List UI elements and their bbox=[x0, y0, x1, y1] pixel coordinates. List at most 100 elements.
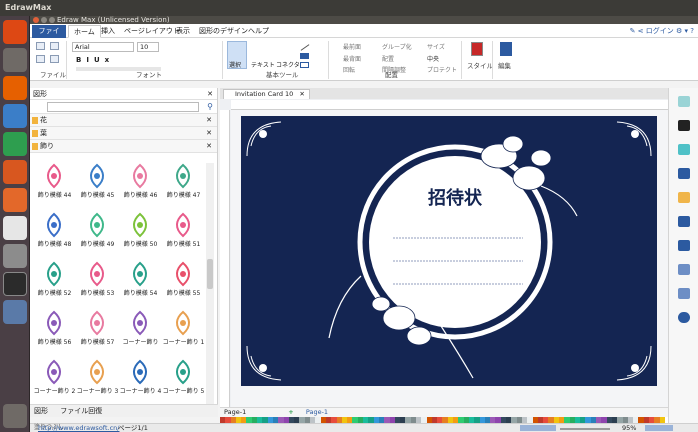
add-page-icon[interactable]: + bbox=[288, 408, 293, 416]
save-icon[interactable] bbox=[36, 55, 45, 63]
line-icon[interactable] bbox=[678, 120, 690, 131]
settings-icon[interactable] bbox=[3, 244, 27, 268]
font-size-select[interactable]: 10 bbox=[137, 42, 159, 52]
share-icon[interactable]: ✎ ⋖ bbox=[630, 27, 644, 35]
open-icon[interactable] bbox=[50, 42, 59, 50]
shape-item[interactable]: 飾り模様 55 bbox=[162, 261, 205, 300]
group[interactable]: グループ化 bbox=[382, 42, 412, 51]
shape-tools[interactable] bbox=[300, 42, 312, 72]
tab-insert[interactable]: 挿入 bbox=[96, 25, 120, 38]
software-center-icon[interactable] bbox=[3, 188, 27, 212]
shape-item[interactable]: 飾り模様 44 bbox=[33, 163, 76, 202]
shape-item[interactable]: コーナー飾り bbox=[119, 310, 162, 349]
shape-item[interactable]: コーナー飾り 1 bbox=[162, 310, 205, 349]
impress-icon[interactable] bbox=[3, 160, 27, 184]
file-menu[interactable]: ファイル bbox=[32, 25, 66, 47]
drawing-canvas[interactable]: 招待状 bbox=[231, 110, 668, 407]
font-format-buttons[interactable]: BIUx bbox=[76, 56, 114, 64]
tab-view[interactable]: 表示 bbox=[171, 25, 195, 38]
ubuntu-logo-icon[interactable] bbox=[3, 20, 27, 44]
text-tool-label[interactable]: テキスト bbox=[251, 60, 275, 69]
shape-item[interactable]: 飾り模様 51 bbox=[162, 212, 205, 251]
maximize-window-button[interactable] bbox=[49, 17, 55, 23]
tab-shapes[interactable]: 図形 bbox=[34, 407, 48, 415]
size[interactable]: サイズ bbox=[427, 42, 445, 51]
connector-tool-label[interactable]: コネクタ bbox=[276, 60, 300, 69]
shape-item[interactable]: コーナー飾り 3 bbox=[76, 359, 119, 398]
center[interactable]: 中央 bbox=[427, 54, 439, 63]
help-icon[interactable]: ? bbox=[690, 27, 694, 35]
search-icon[interactable]: ⚲ bbox=[207, 102, 213, 111]
edraw-icon[interactable] bbox=[3, 300, 27, 324]
data-icon[interactable] bbox=[678, 216, 690, 227]
view-mode-buttons[interactable] bbox=[520, 425, 556, 431]
font-name-select[interactable]: Arial bbox=[72, 42, 134, 52]
shape-preview-icon bbox=[84, 163, 110, 189]
amazon-icon[interactable] bbox=[3, 216, 27, 240]
website-link[interactable]: http://www.edrawsoft.cn/ bbox=[38, 424, 119, 432]
files-icon[interactable] bbox=[3, 48, 27, 72]
close-window-button[interactable] bbox=[33, 17, 39, 23]
shape-item[interactable]: 飾り模様 49 bbox=[76, 212, 119, 251]
close-panel-icon[interactable]: ✕ bbox=[207, 88, 213, 100]
trash-icon[interactable] bbox=[3, 404, 27, 428]
close-category-icon[interactable]: ✕ bbox=[206, 114, 212, 127]
library-search-input[interactable] bbox=[47, 102, 199, 112]
close-category-icon[interactable]: ✕ bbox=[206, 127, 212, 140]
align[interactable]: 配置 bbox=[382, 54, 394, 63]
calc-icon[interactable] bbox=[3, 132, 27, 156]
rotate[interactable]: 回転 bbox=[343, 65, 355, 74]
shape-item[interactable]: 飾り模様 45 bbox=[76, 163, 119, 202]
writer-icon[interactable] bbox=[3, 104, 27, 128]
terminal-icon[interactable] bbox=[3, 272, 27, 296]
document-tab[interactable]: Invitation Card 10 ✕ bbox=[223, 89, 310, 99]
shape-item[interactable]: 飾り模様 54 bbox=[119, 261, 162, 300]
edit-label[interactable]: 編集 bbox=[498, 60, 511, 70]
edit-icon[interactable] bbox=[500, 42, 512, 56]
zoom-slider[interactable] bbox=[560, 428, 610, 430]
shadow-icon[interactable] bbox=[678, 144, 690, 155]
fill-icon[interactable] bbox=[678, 96, 690, 107]
shape-item[interactable]: コーナー飾り 5 bbox=[162, 359, 205, 398]
page-tab[interactable]: Page-1 bbox=[306, 408, 328, 416]
minimize-window-button[interactable] bbox=[41, 17, 47, 23]
page-selector[interactable]: Page-1 bbox=[224, 408, 246, 416]
style-icon[interactable] bbox=[471, 42, 483, 56]
shape-item[interactable]: コーナー飾り 2 bbox=[33, 359, 76, 398]
layer-icon[interactable] bbox=[678, 192, 690, 203]
help-icon[interactable] bbox=[678, 312, 690, 323]
shape-item[interactable]: 飾り模様 53 bbox=[76, 261, 119, 300]
style-label[interactable]: スタイル bbox=[467, 60, 493, 70]
hyperlink-icon[interactable] bbox=[678, 240, 690, 251]
new-icon[interactable] bbox=[36, 42, 45, 50]
attachment-icon[interactable] bbox=[678, 264, 690, 275]
close-category-icon[interactable]: ✕ bbox=[206, 140, 212, 153]
category-flower[interactable]: 花 ✕ bbox=[30, 114, 217, 127]
category-decoration[interactable]: 飾り ✕ bbox=[30, 140, 217, 153]
tab-help[interactable]: ヘルプ bbox=[243, 25, 274, 38]
shape-item[interactable]: 飾り模様 47 bbox=[162, 163, 205, 202]
shape-item[interactable]: 飾り模様 56 bbox=[33, 310, 76, 349]
firefox-icon[interactable] bbox=[3, 76, 27, 100]
shape-item[interactable]: 飾り模様 50 bbox=[119, 212, 162, 251]
note-icon[interactable] bbox=[678, 288, 690, 299]
library-scrollbar[interactable] bbox=[206, 163, 214, 409]
tab-file-recovery[interactable]: ファイル回復 bbox=[60, 407, 102, 415]
shape-item[interactable]: 飾り模様 48 bbox=[33, 212, 76, 251]
shape-item[interactable]: コーナー飾り 4 bbox=[119, 359, 162, 398]
bring-front[interactable]: 最前面 bbox=[343, 42, 361, 51]
category-leaf[interactable]: 葉 ✕ bbox=[30, 127, 217, 140]
settings-gear-icon[interactable]: ⚙ ▾ bbox=[676, 27, 688, 35]
login-link[interactable]: ログイン bbox=[646, 27, 674, 35]
close-tab-icon[interactable]: ✕ bbox=[299, 90, 304, 98]
invitation-card[interactable]: 招待状 bbox=[241, 116, 657, 386]
shape-item[interactable]: 飾り模様 46 bbox=[119, 163, 162, 202]
shape-item[interactable]: 飾り模様 57 bbox=[76, 310, 119, 349]
shape-item[interactable]: 飾り模様 52 bbox=[33, 261, 76, 300]
send-back[interactable]: 最背面 bbox=[343, 54, 361, 63]
protect[interactable]: プロテクト bbox=[427, 65, 457, 74]
image-icon[interactable] bbox=[678, 168, 690, 179]
print-icon[interactable] bbox=[50, 55, 59, 63]
flower bbox=[406, 326, 432, 346]
fit-buttons[interactable] bbox=[645, 425, 673, 431]
